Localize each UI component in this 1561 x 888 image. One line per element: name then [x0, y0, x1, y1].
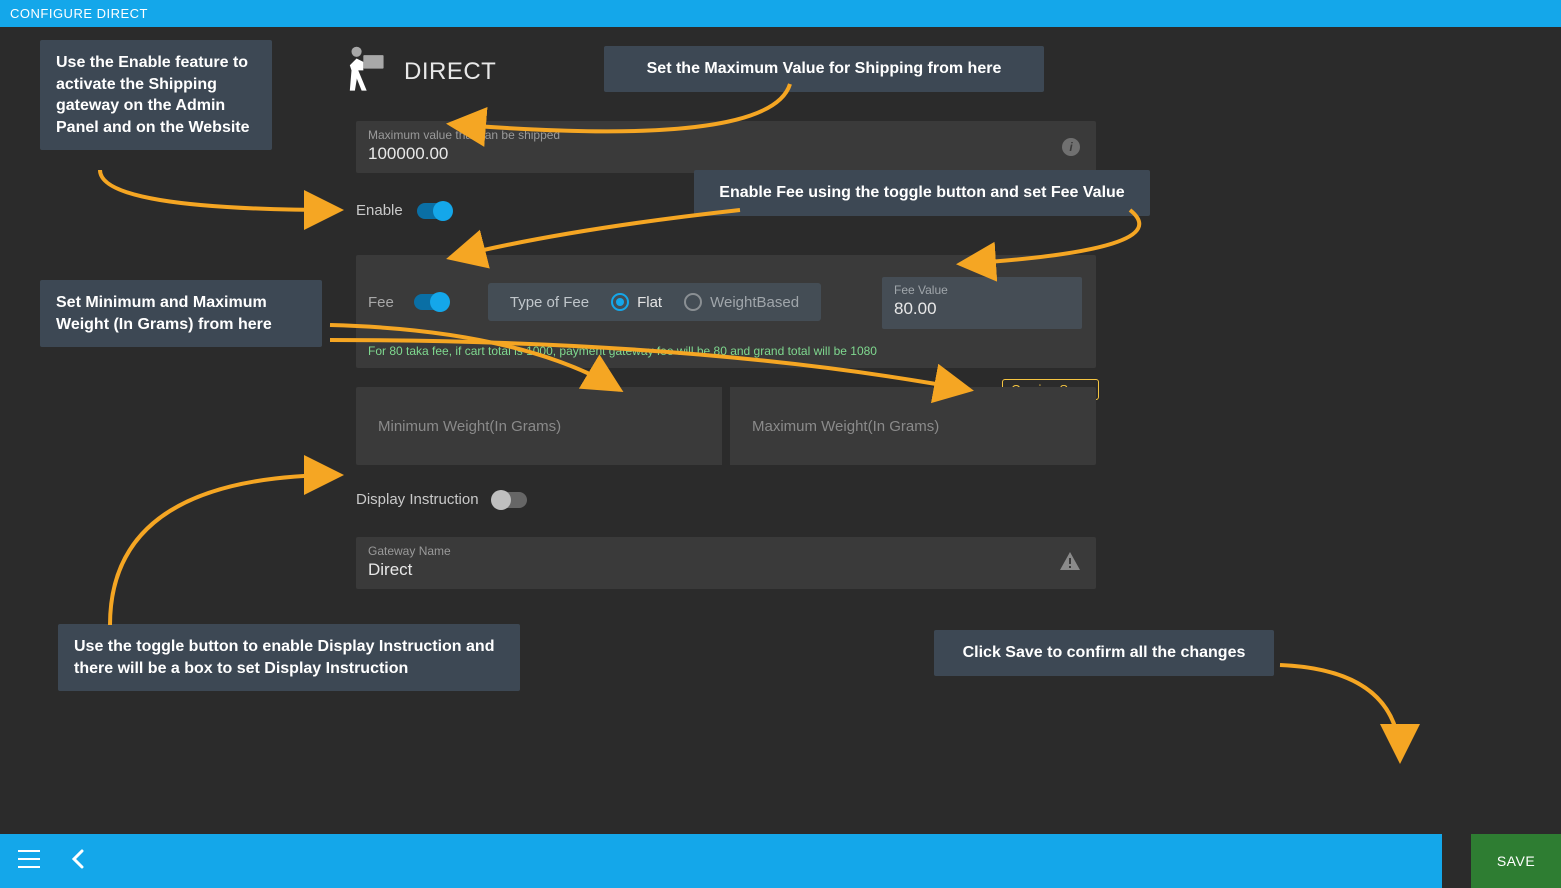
gateway-name-value: Direct [356, 558, 1060, 590]
topbar: CONFIGURE DIRECT [0, 0, 1561, 27]
fee-toggle[interactable] [414, 294, 448, 310]
max-weight-placeholder: Maximum Weight(In Grams) [730, 418, 961, 435]
callout-save: Click Save to confirm all the changes [934, 630, 1274, 676]
enable-label: Enable [356, 202, 403, 219]
callout-display: Use the toggle button to enable Display … [58, 624, 520, 691]
callout-enable: Use the Enable feature to activate the S… [40, 40, 272, 150]
menu-icon[interactable] [18, 850, 40, 873]
max-weight-field[interactable]: Maximum Weight(In Grams) [730, 387, 1096, 465]
save-button[interactable]: SAVE [1471, 834, 1561, 888]
min-weight-placeholder: Minimum Weight(In Grams) [356, 418, 583, 435]
fee-type-panel: Type of Fee Flat WeightBased [488, 283, 821, 321]
max-value-label: Maximum value that can be shipped [356, 120, 1062, 142]
callout-weight: Set Minimum and Maximum Weight (In Grams… [40, 280, 322, 347]
display-instruction-label: Display Instruction [356, 491, 479, 508]
gateway-name-field[interactable]: Gateway Name Direct [356, 537, 1096, 589]
display-instruction-toggle[interactable] [493, 492, 527, 508]
fee-value-label: Fee Value [882, 277, 1082, 297]
enable-toggle[interactable] [417, 203, 451, 219]
gateway-name-label: Gateway Name [356, 536, 1060, 558]
fee-value-field[interactable]: Fee Value 80.00 [882, 277, 1082, 329]
fee-section: Fee Type of Fee Flat WeightBased Fee Val… [356, 255, 1096, 368]
fee-type-weight-radio[interactable]: WeightBased [684, 293, 799, 311]
callout-max-value: Set the Maximum Value for Shipping from … [604, 46, 1044, 92]
fee-label: Fee [368, 294, 394, 311]
fee-type-flat-radio[interactable]: Flat [611, 293, 662, 311]
weight-section: Minimum Weight(In Grams) Maximum Weight(… [356, 387, 1096, 465]
page-title: DIRECT [404, 58, 496, 86]
enable-row: Enable [356, 202, 451, 219]
bottombar [0, 834, 1442, 888]
display-instruction-row: Display Instruction [356, 491, 527, 508]
page-title-row: DIRECT [338, 45, 496, 99]
callout-fee: Enable Fee using the toggle button and s… [694, 170, 1150, 216]
info-icon[interactable]: i [1062, 138, 1080, 156]
fee-hint-text: For 80 taka fee, if cart total is 1000, … [368, 344, 877, 358]
fee-type-label: Type of Fee [510, 294, 589, 311]
max-value-field[interactable]: Maximum value that can be shipped 100000… [356, 121, 1096, 173]
min-weight-field[interactable]: Minimum Weight(In Grams) [356, 387, 730, 465]
warning-icon [1060, 552, 1080, 575]
fee-value-value: 80.00 [882, 297, 1082, 327]
topbar-title: CONFIGURE DIRECT [10, 6, 148, 21]
back-icon[interactable] [70, 849, 84, 874]
person-carry-icon [338, 45, 392, 99]
